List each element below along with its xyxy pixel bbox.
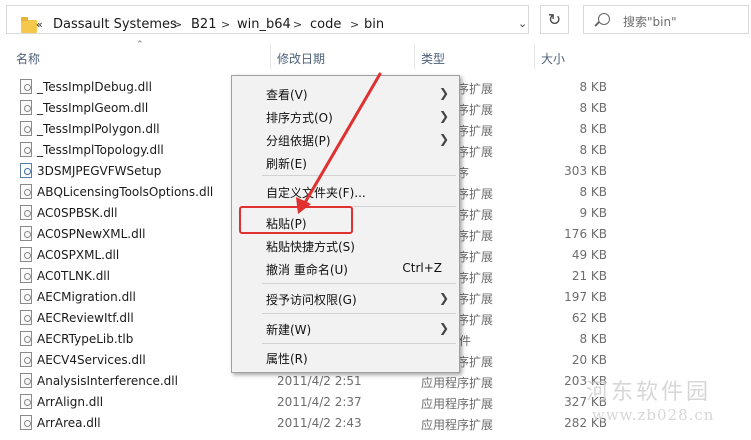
watermark-url: www.zb028.cn	[592, 406, 715, 424]
watermark-title: 河东软件园	[586, 380, 712, 405]
watermark: 河东软件园 www.zb028.cn	[580, 370, 751, 440]
